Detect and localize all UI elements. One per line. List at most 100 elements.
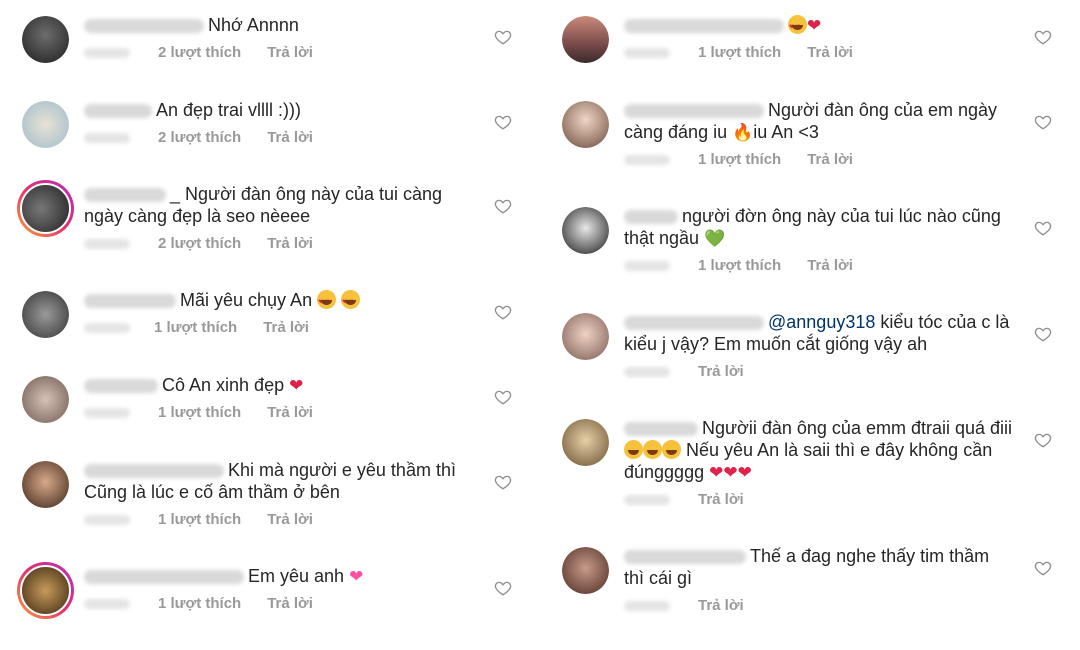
- avatar[interactable]: [22, 291, 69, 338]
- comment-meta: 1 lượt thích Trả lời: [624, 257, 853, 274]
- heart-icon[interactable]: [494, 388, 512, 406]
- comment-text: Nhớ Annnn: [208, 15, 299, 35]
- reply-button[interactable]: Trả lời: [267, 129, 313, 146]
- avatar[interactable]: [22, 376, 69, 423]
- avatar-story-ring[interactable]: [17, 180, 74, 237]
- username-blurred[interactable]: [84, 464, 224, 479]
- comment-column-right: ❤ 1 lượt thíchTrả lời Người đàn ông của …: [540, 0, 1080, 650]
- emoji-laughing: [624, 440, 681, 460]
- fire-emoji: 🔥: [732, 123, 754, 143]
- comment-text: người đờn ông này của tui lúc nào cũng t…: [624, 206, 1001, 248]
- heart-icon[interactable]: [1034, 219, 1052, 237]
- username-blurred[interactable]: [624, 422, 698, 437]
- avatar[interactable]: [562, 419, 609, 466]
- heart-icon[interactable]: [494, 473, 512, 491]
- comment-text-tail: iu An <3: [753, 122, 819, 142]
- username-blurred[interactable]: [624, 104, 764, 119]
- like-count[interactable]: 1 lượt thích: [698, 257, 781, 274]
- like-count[interactable]: 2 lượt thích: [158, 129, 241, 146]
- reply-button[interactable]: Trả lời: [698, 363, 744, 380]
- timestamp-blurred: [624, 495, 670, 506]
- username-blurred[interactable]: [624, 316, 764, 331]
- reply-button[interactable]: Trả lời: [267, 511, 313, 528]
- comment-column-left: Nhớ Annnn 2 lượt thích Trả lời An đẹp tra…: [0, 0, 540, 650]
- comment-meta: Trả lời: [624, 597, 744, 614]
- comment-meta: 2 lượt thích Trả lời: [84, 44, 313, 61]
- heart-icon[interactable]: [1034, 559, 1052, 577]
- like-count[interactable]: 1 lượt thích: [154, 319, 237, 336]
- username-blurred[interactable]: [84, 188, 166, 203]
- reply-button[interactable]: Trả lời: [263, 319, 309, 336]
- avatar[interactable]: [22, 16, 69, 63]
- comment-meta: 1 lượt thích Trả lời: [624, 151, 853, 168]
- comment-text: Ngườii đàn ông của emm đtraii quá điii: [702, 418, 1013, 438]
- comment-meta: 1 lượt thích Trả lời: [84, 511, 313, 528]
- reply-button[interactable]: Trả lời: [698, 597, 744, 614]
- comment-meta: 1 lượt thích Trả lời: [624, 44, 853, 61]
- avatar[interactable]: [22, 101, 69, 148]
- avatar[interactable]: [562, 547, 609, 594]
- like-count[interactable]: 1 lượt thích: [158, 511, 241, 528]
- username-blurred[interactable]: [624, 19, 784, 34]
- reply-button[interactable]: Trả lời: [698, 491, 744, 508]
- sparkling-heart-emoji: ❤: [349, 567, 364, 587]
- timestamp-blurred: [84, 408, 130, 419]
- reply-button[interactable]: Trả lời: [267, 404, 313, 421]
- avatar[interactable]: [562, 101, 609, 148]
- like-count[interactable]: 1 lượt thích: [698, 44, 781, 61]
- mention-link[interactable]: @annguy318: [768, 312, 875, 332]
- comment-meta: 1 lượt thích Trả lời: [84, 319, 309, 336]
- reply-button[interactable]: Trả lời: [267, 44, 313, 61]
- username-blurred[interactable]: [84, 294, 176, 309]
- heart-icon[interactable]: [1034, 113, 1052, 131]
- username-blurred[interactable]: [84, 379, 158, 394]
- like-count[interactable]: 1 lượt thích: [158, 404, 241, 421]
- reply-button[interactable]: Trả lời: [267, 235, 313, 252]
- avatar[interactable]: [562, 207, 609, 254]
- like-count[interactable]: 1 lượt thích: [698, 151, 781, 168]
- like-count[interactable]: 2 lượt thích: [158, 235, 241, 252]
- username-blurred[interactable]: [84, 19, 204, 34]
- comment-meta: 1 lượt thích Trả lời: [84, 404, 313, 421]
- heart-icon[interactable]: [494, 303, 512, 321]
- avatar[interactable]: [562, 16, 609, 63]
- avatar[interactable]: [562, 313, 609, 360]
- green-heart-emoji: 💚: [704, 229, 726, 249]
- reply-button[interactable]: Trả lời: [807, 257, 853, 274]
- heart-icon[interactable]: [1034, 325, 1052, 343]
- heart-icon[interactable]: [494, 28, 512, 46]
- comment-meta: 2 lượt thích Trả lời: [84, 235, 313, 252]
- comment-meta: 1 lượt thích Trả lời: [84, 595, 313, 612]
- reply-button[interactable]: Trả lời: [267, 595, 313, 612]
- comment-meta: Trả lời: [624, 363, 744, 380]
- username-blurred[interactable]: [624, 550, 746, 565]
- comment-text: Em yêu anh: [248, 566, 345, 586]
- timestamp-blurred: [84, 239, 130, 250]
- red-heart-emoji: ❤: [807, 16, 822, 36]
- avatar[interactable]: [22, 461, 69, 508]
- like-count[interactable]: 1 lượt thích: [158, 595, 241, 612]
- avatar-story-ring[interactable]: [17, 562, 74, 619]
- comment-text: Mãi yêu chụy An: [180, 290, 313, 310]
- username-blurred[interactable]: [624, 210, 678, 225]
- heart-icon[interactable]: [494, 113, 512, 131]
- heart-icon[interactable]: [494, 197, 512, 215]
- red-heart-emoji: ❤❤❤: [709, 463, 752, 483]
- username-blurred[interactable]: [84, 570, 244, 585]
- emoji-heart-eyes: [317, 290, 361, 314]
- reply-button[interactable]: Trả lời: [807, 44, 853, 61]
- username-blurred[interactable]: [84, 104, 152, 119]
- heart-icon[interactable]: [1034, 28, 1052, 46]
- comment-text: Cô An xinh đẹp: [162, 375, 285, 395]
- like-count[interactable]: 2 lượt thích: [158, 44, 241, 61]
- timestamp-blurred: [624, 48, 670, 59]
- comment-text: An đẹp trai vllll :))): [156, 100, 302, 120]
- red-heart-emoji: ❤: [289, 376, 304, 396]
- heart-icon[interactable]: [494, 579, 512, 597]
- emoji-heart-eyes: [788, 15, 807, 39]
- heart-icon[interactable]: [1034, 431, 1052, 449]
- timestamp-blurred: [84, 48, 130, 59]
- reply-button[interactable]: Trả lời: [807, 151, 853, 168]
- timestamp-blurred: [84, 599, 130, 610]
- timestamp-blurred: [624, 601, 670, 612]
